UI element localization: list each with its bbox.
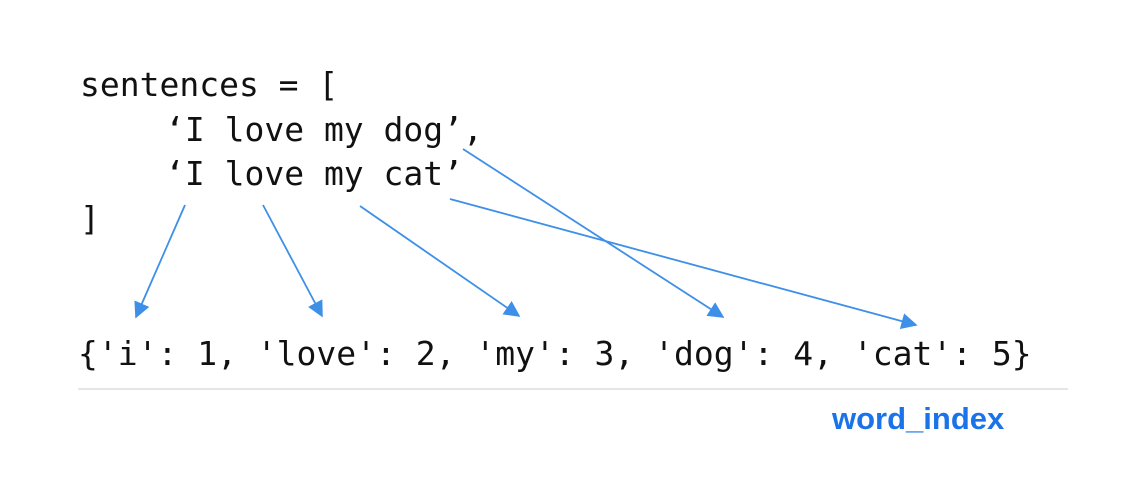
arrow-love <box>262 204 323 318</box>
arrow-dog <box>462 148 725 318</box>
word-index-diagram: sentences = [ ‘I love my dog’, ‘I love m… <box>0 0 1138 489</box>
word-index-caption: word_index <box>832 401 1005 436</box>
arrow-my <box>359 205 521 317</box>
word-index-dict: {'i': 1, 'love': 2, 'my': 3, 'dog': 4, '… <box>78 334 1032 373</box>
arrow-cat <box>449 198 918 330</box>
divider-line <box>78 388 1068 390</box>
arrow-i <box>134 204 186 319</box>
